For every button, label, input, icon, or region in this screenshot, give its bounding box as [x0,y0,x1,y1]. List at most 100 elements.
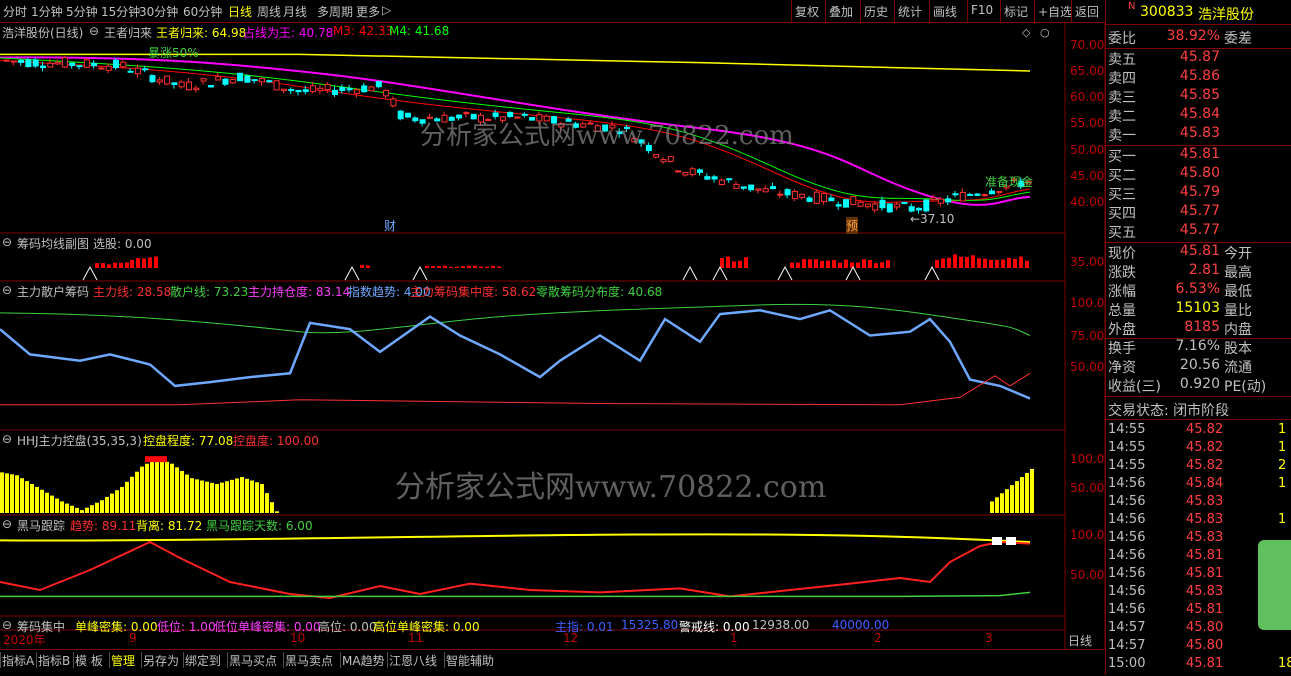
volume-bar [802,259,806,268]
tab-divider [227,652,228,668]
candle-body [193,87,200,91]
more-chevron-icon[interactable]: ▷ [382,3,391,17]
tick-time: 14:56 [1108,602,1146,617]
ask-row: 卖三 45.85 [1106,87,1291,106]
quote-value: 20.56 [1179,357,1220,373]
bottom-tab[interactable]: 江恩八线 [389,652,437,669]
control-bar [255,482,259,513]
side-widget-tab[interactable] [1258,540,1291,630]
quote-value: 45.77 [1179,222,1220,238]
candle-body [645,144,652,152]
period-tab[interactable]: 1分钟 [31,3,63,20]
bottom-tab[interactable]: 指标A [2,652,34,669]
candle-body [967,193,974,196]
volume-bar [796,262,800,268]
quote-label: 买一 [1108,149,1136,165]
chart-area[interactable] [0,23,1105,649]
darkhorse-marker [992,537,1002,545]
volume-bar [497,266,501,268]
tick-row: 14:56 45.83 1 [1106,512,1291,530]
control-bar [235,478,239,513]
tick-volume: 1 [1278,512,1287,527]
control-bar [155,457,159,513]
volume-bar [443,265,447,268]
bottom-tab[interactable]: 管理 [111,652,135,669]
signal-triangle [712,265,728,281]
control-bar [5,473,9,513]
period-tab[interactable]: 周线 [257,3,281,20]
quote-label: 卖四 [1108,71,1136,87]
bottom-tab[interactable]: 黑马买点 [229,652,277,669]
tick-row: 14:55 45.82 1 [1106,440,1291,458]
quote-label: 涨跌 [1108,265,1136,281]
toolbar-button[interactable]: 叠加 [829,3,853,20]
main-force-line [0,372,1031,406]
candle-body [624,126,630,129]
control-bar [175,467,179,513]
volume-bar [473,265,477,268]
toolbar-button[interactable]: 返回 [1075,3,1099,20]
candle-body [375,81,382,88]
stat-row: 外盘 8185 内盘 [1106,319,1291,338]
quote-value: 8185 [1184,319,1220,335]
bottom-tab[interactable]: 另存为 [143,652,179,669]
toolbar-button[interactable]: F10 [971,3,993,17]
toolbar-button[interactable]: +自选 [1038,3,1072,20]
control-bar [45,492,49,513]
candle-body [47,62,54,68]
volume-bar [366,265,370,268]
wangzhe-line [0,53,1031,72]
period-tab[interactable]: 60分钟 [183,3,222,20]
toolbar-button[interactable]: 统计 [898,3,922,20]
control-bar [40,489,44,513]
tick-time: 14:56 [1108,494,1146,509]
stat-row: 总量 15103 量比 [1106,300,1291,319]
period-button[interactable]: 日线 [1068,632,1092,649]
candle-body [54,61,61,65]
bottom-tab[interactable]: 黑马卖点 [285,652,333,669]
period-tab[interactable]: 15分钟 [101,3,140,20]
quote-label: 委差 [1224,31,1252,47]
volume-bar [1025,260,1029,268]
volume-bar [808,259,812,268]
period-tab[interactable]: 分时 [3,3,27,20]
toolbar-button[interactable]: 标记 [1004,3,1028,20]
tick-price: 45.81 [1186,566,1224,581]
period-tab[interactable]: 5分钟 [66,3,98,20]
period-tab[interactable]: 日线 [228,3,252,20]
candle-body [478,114,484,123]
candle-body [492,112,499,117]
period-tab[interactable]: 多周期 [317,3,353,20]
period-tab[interactable]: 更多 [356,3,380,20]
bottom-tab[interactable]: 绑定到 [185,652,221,669]
control-bar [265,493,269,513]
period-tab[interactable]: 30分钟 [139,3,178,20]
volume-bar [826,260,830,268]
tick-row: 14:55 45.82 2 [1106,458,1291,476]
toolbar-button[interactable]: 画线 [933,3,957,20]
candle-body [127,70,134,73]
darkhorse-marker [1006,537,1016,545]
candle-body [660,158,667,163]
tick-price: 45.81 [1186,548,1224,563]
bottom-tab[interactable]: 模 板 [75,652,103,669]
candle-body [930,197,937,201]
toolbar-button[interactable]: 历史 [864,3,888,20]
bottom-tab[interactable]: 智能辅助 [446,652,494,669]
toolbar-button[interactable]: 复权 [795,3,819,20]
tick-time: 14:56 [1108,566,1146,581]
candle-body [273,80,280,91]
candle-body [105,65,112,71]
tick-row: 15:00 45.81 18 [1106,656,1291,674]
candle-body [587,122,594,125]
bottom-tab[interactable]: 指标B [38,652,70,669]
quote-label: 卖三 [1108,90,1136,106]
candle-body [514,116,521,119]
bottom-tab[interactable]: MA趋势 [342,652,385,669]
tick-volume: 1 [1278,440,1287,455]
signal-triangle [344,265,360,281]
candle-body [237,72,244,82]
quote-header: N 300833 浩洋股份 [1106,0,1291,25]
volume-bar [142,258,146,268]
period-tab[interactable]: 月线 [283,3,307,20]
